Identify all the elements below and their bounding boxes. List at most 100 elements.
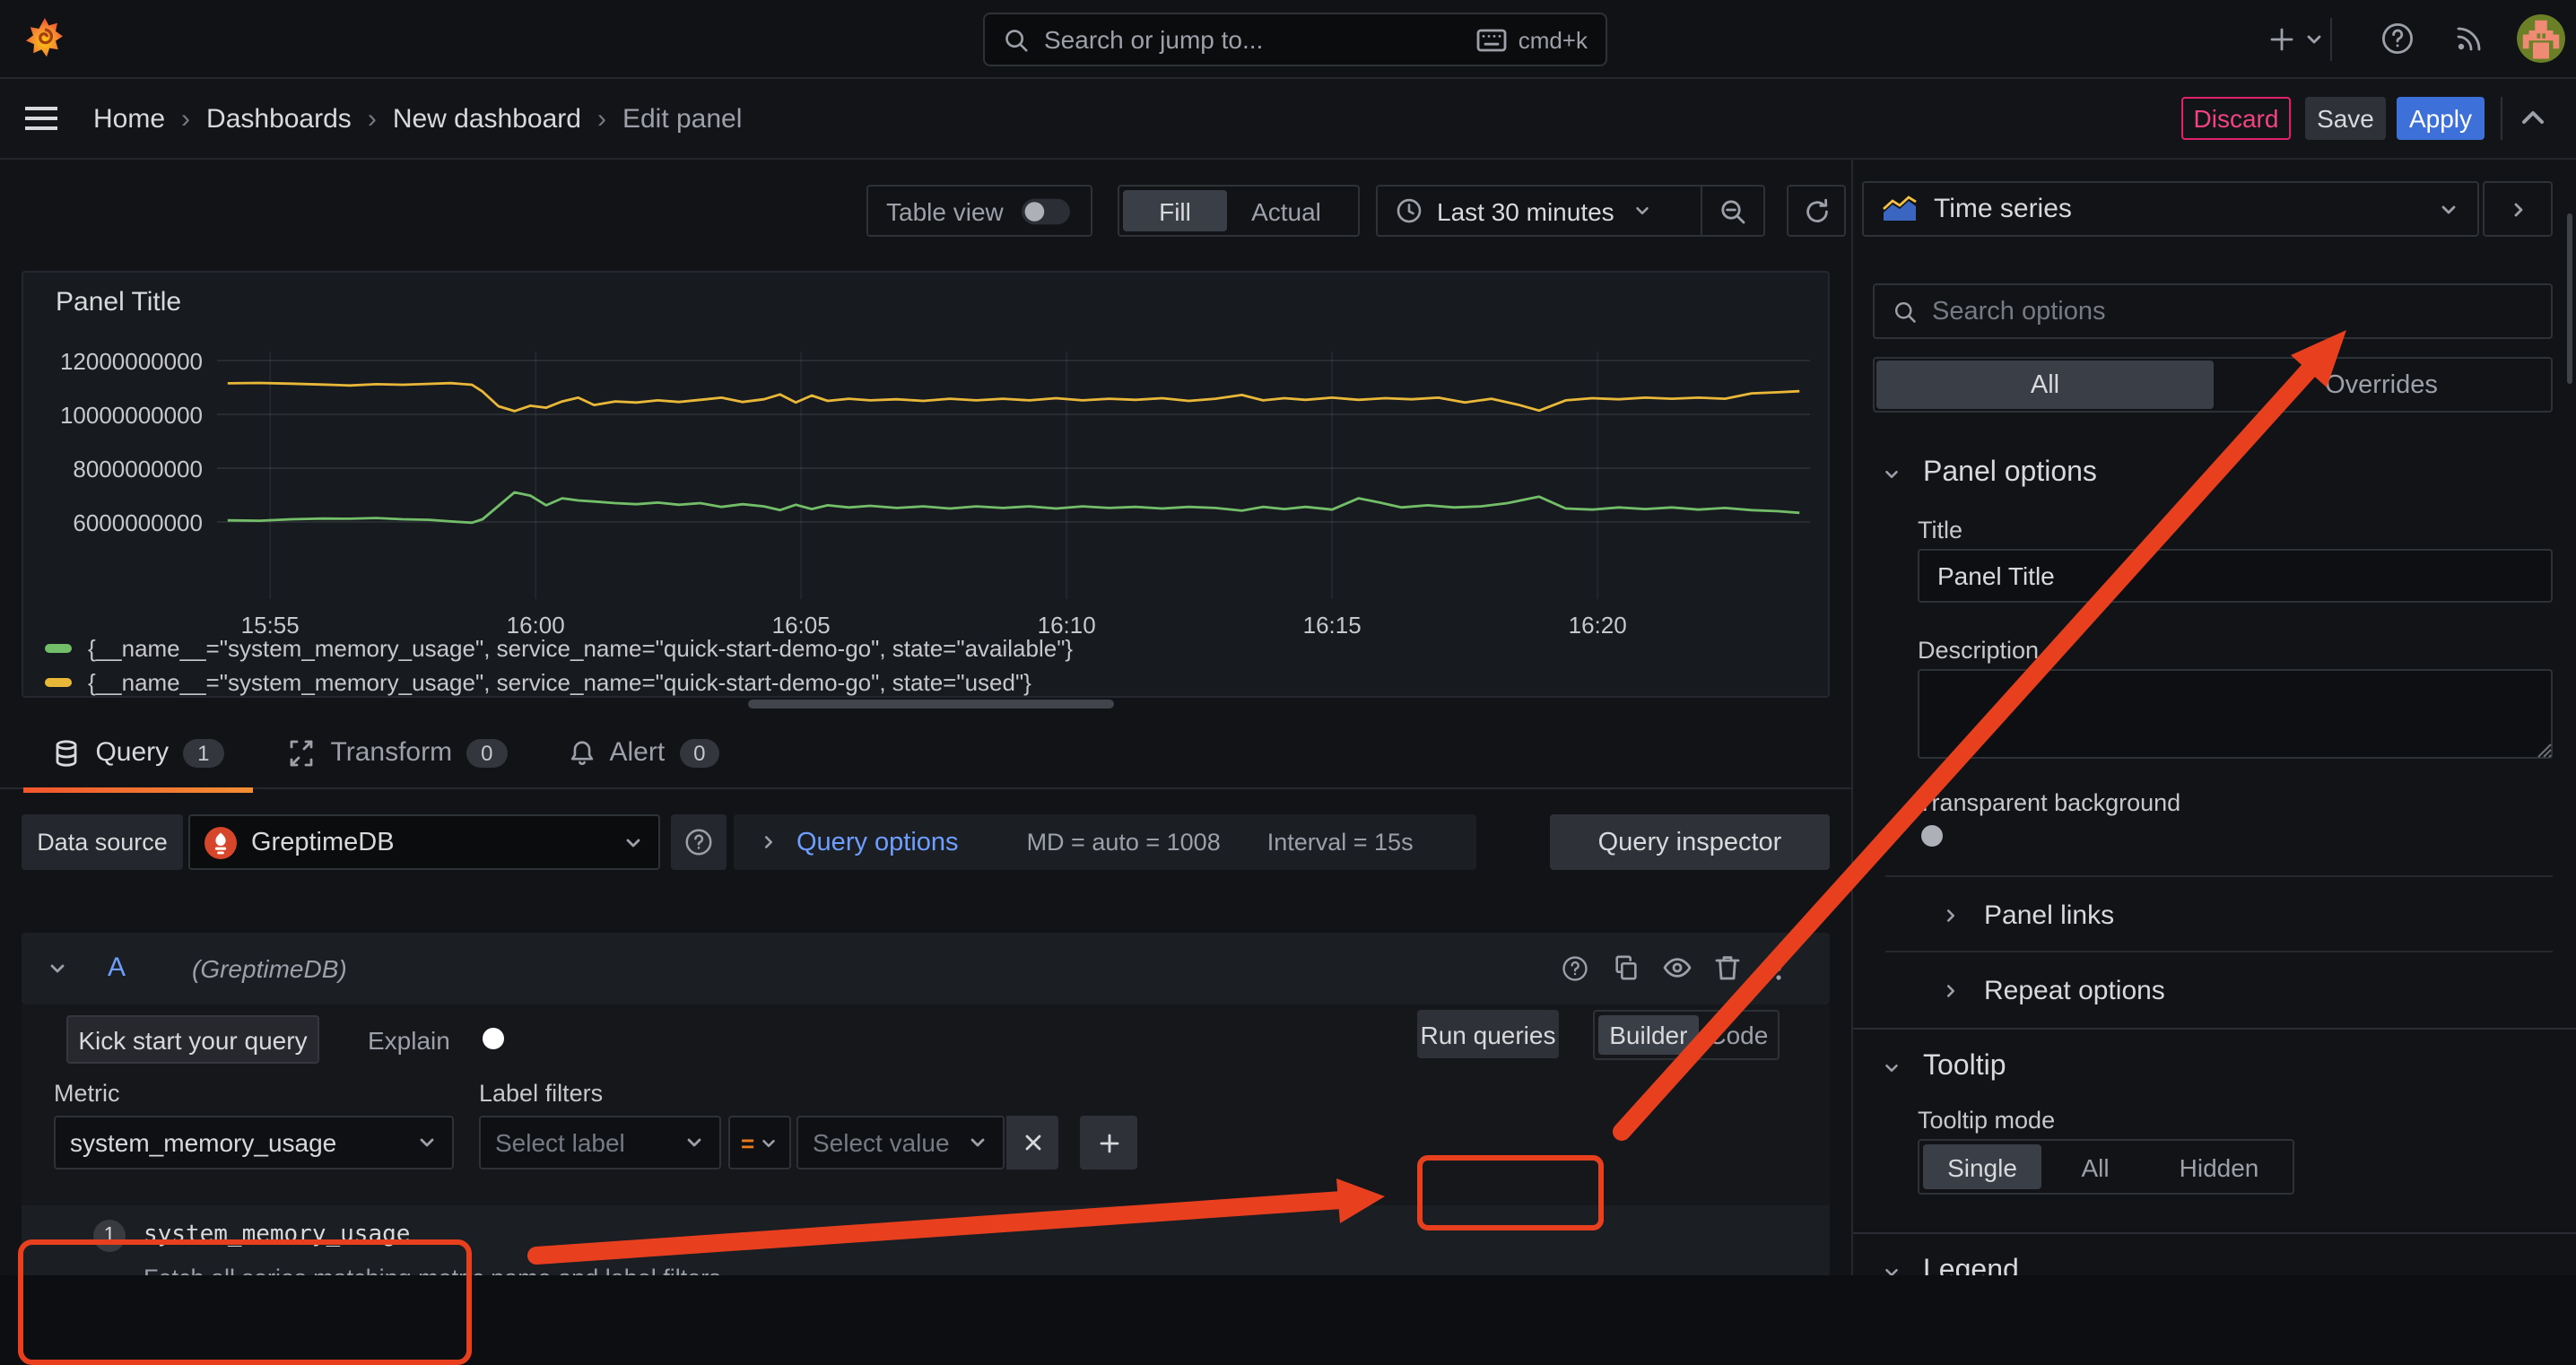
- query-ref-id[interactable]: A: [108, 952, 126, 983]
- news-button[interactable]: [2454, 22, 2486, 54]
- builder-code-group: Builder Code: [1593, 1010, 1780, 1060]
- chevron-down-icon: [2438, 198, 2459, 220]
- tab-transform[interactable]: Transform 0: [269, 717, 526, 787]
- sidebar-scrollbar[interactable]: [2567, 213, 2572, 384]
- explain-row: 1 system_memory_usage Fetch all series m…: [22, 1205, 1830, 1275]
- operator-dropdown[interactable]: =: [728, 1116, 791, 1169]
- hide-query-button[interactable]: [1663, 956, 1692, 979]
- kick-start-button[interactable]: Kick start your query: [66, 1015, 319, 1064]
- query-help-button[interactable]: [1561, 954, 1589, 983]
- subsection-panel-links[interactable]: Panel links: [1941, 895, 2114, 935]
- run-queries-button[interactable]: Run queries: [1417, 1010, 1559, 1058]
- subsection-repeat-options[interactable]: Repeat options: [1941, 970, 2165, 1010]
- breadcrumb-new-dashboard[interactable]: New dashboard: [393, 104, 581, 135]
- breadcrumb-edit-panel: Edit panel: [622, 104, 742, 135]
- legend-swatch-available[interactable]: [45, 643, 72, 652]
- collapse-panel-button[interactable]: [2519, 106, 2547, 131]
- save-button[interactable]: Save: [2305, 97, 2386, 140]
- datasource-help-button[interactable]: [671, 814, 727, 870]
- discard-button[interactable]: Discard: [2181, 97, 2291, 140]
- chevron-down-icon: [622, 831, 644, 853]
- remove-filter-button[interactable]: [1006, 1116, 1058, 1169]
- query-options-bar[interactable]: Query options MD = auto = 1008 Interval …: [734, 814, 1476, 870]
- toggle-viz-list-button[interactable]: [2483, 181, 2553, 237]
- database-icon: [52, 738, 81, 767]
- tooltip-mode-label: Tooltip mode: [1918, 1107, 2055, 1134]
- tab-query[interactable]: Query 1: [23, 717, 253, 793]
- table-view-toggle[interactable]: [1022, 198, 1070, 224]
- horizontal-scrollbar[interactable]: [748, 700, 1114, 709]
- section-panel-options[interactable]: Panel options: [1882, 457, 2097, 490]
- section-tooltip[interactable]: Tooltip: [1882, 1051, 2006, 1083]
- grafana-logo[interactable]: [23, 16, 66, 63]
- fill-actual-group: Fill Actual: [1118, 185, 1360, 237]
- query-collapse-chevron[interactable]: [47, 958, 68, 979]
- viz-name: Time series: [1934, 194, 2072, 224]
- breadcrumb-dashboards[interactable]: Dashboards: [206, 104, 352, 135]
- clock-icon: [1396, 197, 1423, 224]
- help-button[interactable]: [2380, 22, 2415, 56]
- time-range-button[interactable]: Last 30 minutes: [1378, 187, 1701, 235]
- panel-title-input[interactable]: [1918, 549, 2553, 603]
- fill-option[interactable]: Fill: [1123, 190, 1227, 231]
- zoom-out-button[interactable]: [1701, 187, 1763, 235]
- help-icon: [2380, 22, 2415, 56]
- max-data-points: MD = auto = 1008: [1027, 829, 1221, 856]
- tab-overrides[interactable]: Overrides: [2214, 361, 2549, 409]
- tooltip-mode-all[interactable]: All: [2045, 1144, 2145, 1189]
- resize-handle-icon[interactable]: [2535, 741, 2553, 759]
- tab-query-count: 1: [183, 738, 223, 767]
- repeat-options-label: Repeat options: [1984, 975, 2165, 1005]
- query-options-link[interactable]: Query options: [796, 828, 959, 856]
- trash-icon: [1715, 954, 1740, 981]
- table-view-control: Table view: [866, 185, 1092, 237]
- keyboard-icon: [1477, 28, 1508, 51]
- operator-value: =: [741, 1129, 754, 1156]
- tooltip-mode-single[interactable]: Single: [1923, 1144, 2041, 1189]
- builder-option[interactable]: Builder: [1598, 1015, 1699, 1055]
- metric-select[interactable]: system_memory_usage: [54, 1116, 454, 1169]
- chevron-down-icon: [967, 1132, 988, 1153]
- duplicate-query-button[interactable]: [1613, 954, 1640, 981]
- query-row-a: A (GreptimeDB): [22, 933, 1830, 1004]
- actions-divider: [2501, 97, 2502, 140]
- title-label: Title: [1918, 517, 1962, 543]
- tab-transform-label: Transform: [331, 737, 453, 768]
- expr-text: system_memory_usage: [144, 1222, 410, 1248]
- tab-all[interactable]: All: [1876, 361, 2214, 409]
- group-divider: [1853, 1232, 2576, 1234]
- legend-item-available[interactable]: {__name__="system_memory_usage", service…: [45, 633, 1073, 662]
- section-legend[interactable]: Legend: [1882, 1256, 2019, 1275]
- actual-option[interactable]: Actual: [1231, 190, 1342, 231]
- chevron-down-icon: [2303, 29, 2325, 50]
- select-label-dropdown[interactable]: Select label: [479, 1116, 721, 1169]
- select-value-dropdown[interactable]: Select value: [796, 1116, 1005, 1169]
- legend-item-used[interactable]: {__name__="system_memory_usage", service…: [45, 667, 1031, 696]
- apply-button[interactable]: Apply: [2397, 97, 2485, 140]
- drag-query-handle[interactable]: [1763, 954, 1785, 983]
- datasource-select[interactable]: GreptimeDB: [188, 814, 660, 870]
- code-option[interactable]: Code: [1702, 1015, 1774, 1055]
- global-search[interactable]: Search or jump to... cmd+k: [983, 13, 1607, 66]
- refresh-button[interactable]: [1787, 185, 1846, 237]
- delete-query-button[interactable]: [1715, 954, 1740, 981]
- description-textarea[interactable]: [1918, 669, 2553, 759]
- avatar[interactable]: [2517, 14, 2565, 63]
- add-filter-button[interactable]: [1080, 1116, 1137, 1169]
- add-button[interactable]: [2267, 20, 2325, 59]
- breadcrumb-home[interactable]: Home: [93, 104, 165, 135]
- tab-query-label: Query: [95, 737, 169, 768]
- search-options-box[interactable]: Search options: [1873, 283, 2553, 339]
- query-inspector-button[interactable]: Query inspector: [1550, 814, 1830, 870]
- tooltip-mode-hidden[interactable]: Hidden: [2149, 1144, 2289, 1189]
- tooltip-label: Tooltip: [1923, 1051, 2006, 1083]
- divider: [1885, 951, 2553, 952]
- legend-swatch-used[interactable]: [45, 677, 72, 686]
- datasource-value: GreptimeDB: [251, 828, 395, 856]
- interval-value: Interval = 15s: [1267, 829, 1414, 856]
- viz-picker[interactable]: Time series: [1862, 181, 2479, 237]
- description-label: Description: [1918, 637, 2039, 664]
- tab-alert[interactable]: Alert 0: [551, 717, 737, 787]
- menu-toggle[interactable]: [25, 106, 57, 131]
- greptimedb-logo: [205, 826, 237, 858]
